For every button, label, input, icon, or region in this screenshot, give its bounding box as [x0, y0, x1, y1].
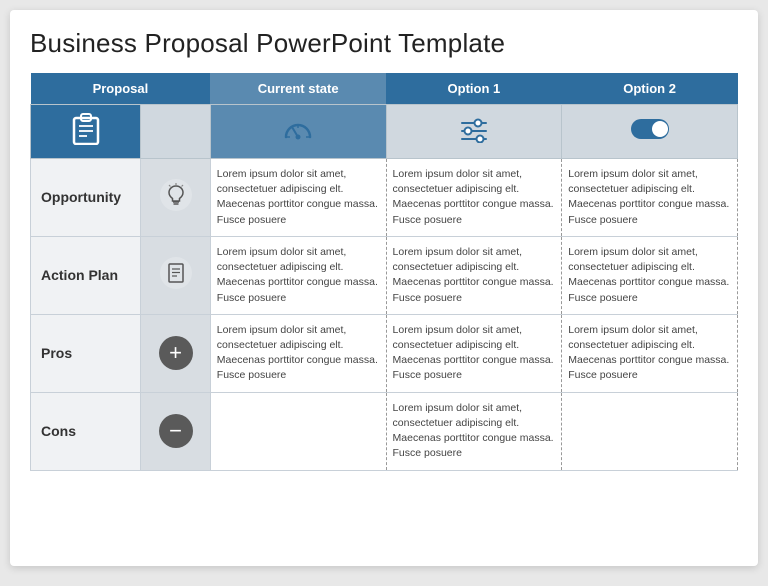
- row-action-plan: Action Plan Lorem ipsum dolor sit amet, …: [31, 236, 738, 314]
- checklist-icon: [159, 256, 193, 290]
- cons-opt1: Lorem ipsum dolor sit amet, consectetuer…: [386, 392, 562, 470]
- opportunity-current: Lorem ipsum dolor sit amet, consectetuer…: [210, 159, 386, 237]
- row-pros: Pros + Lorem ipsum dolor sit amet, conse…: [31, 314, 738, 392]
- th-option2: Option 2: [562, 73, 738, 105]
- sliders-icon: [458, 115, 490, 143]
- label-opportunity: Opportunity: [31, 159, 141, 237]
- pros-opt2: Lorem ipsum dolor sit amet, consectetuer…: [562, 314, 738, 392]
- icon-action-plan: [141, 236, 210, 314]
- cons-current: [210, 392, 386, 470]
- clipboard-icon: [72, 113, 100, 145]
- lightbulb-icon: [159, 178, 193, 212]
- th-current-state: Current state: [210, 73, 386, 105]
- page-title: Business Proposal PowerPoint Template: [30, 28, 738, 59]
- cons-opt2: [562, 392, 738, 470]
- action-plan-current: Lorem ipsum dolor sit amet, consectetuer…: [210, 236, 386, 314]
- icon-header-row: [31, 105, 738, 159]
- plus-circle-icon: +: [159, 336, 193, 370]
- toggle-icon: [630, 118, 670, 140]
- pros-current: Lorem ipsum dolor sit amet, consectetuer…: [210, 314, 386, 392]
- action-plan-opt1: Lorem ipsum dolor sit amet, consectetuer…: [386, 236, 562, 314]
- th-proposal: Proposal: [31, 73, 211, 105]
- opt2-header-icon-cell: [562, 105, 738, 159]
- page-container: Business Proposal PowerPoint Template Pr…: [10, 10, 758, 566]
- opportunity-opt1: Lorem ipsum dolor sit amet, consectetuer…: [386, 159, 562, 237]
- opportunity-opt2: Lorem ipsum dolor sit amet, consectetuer…: [562, 159, 738, 237]
- label-cons: Cons: [31, 392, 141, 470]
- label-pros: Pros: [31, 314, 141, 392]
- pros-opt1: Lorem ipsum dolor sit amet, consectetuer…: [386, 314, 562, 392]
- label-action-plan: Action Plan: [31, 236, 141, 314]
- speedometer-icon: [282, 115, 314, 143]
- icon-pros: +: [141, 314, 210, 392]
- icon-cons: −: [141, 392, 210, 470]
- row-opportunity: Opportunity Lorem ipsum dolor sit amet, …: [31, 159, 738, 237]
- th-option1: Option 1: [386, 73, 562, 105]
- header-row: Proposal Current state Option 1 Option 2: [31, 73, 738, 105]
- minus-circle-icon: −: [159, 414, 193, 448]
- opt1-header-icon-cell: [386, 105, 562, 159]
- action-plan-opt2: Lorem ipsum dolor sit amet, consectetuer…: [562, 236, 738, 314]
- row-cons: Cons − Lorem ipsum dolor sit amet, conse…: [31, 392, 738, 470]
- current-state-header-icon-cell: [210, 105, 386, 159]
- proposal-icon-spacer: [141, 105, 210, 159]
- icon-opportunity: [141, 159, 210, 237]
- proposal-header-icon-cell: [31, 105, 141, 159]
